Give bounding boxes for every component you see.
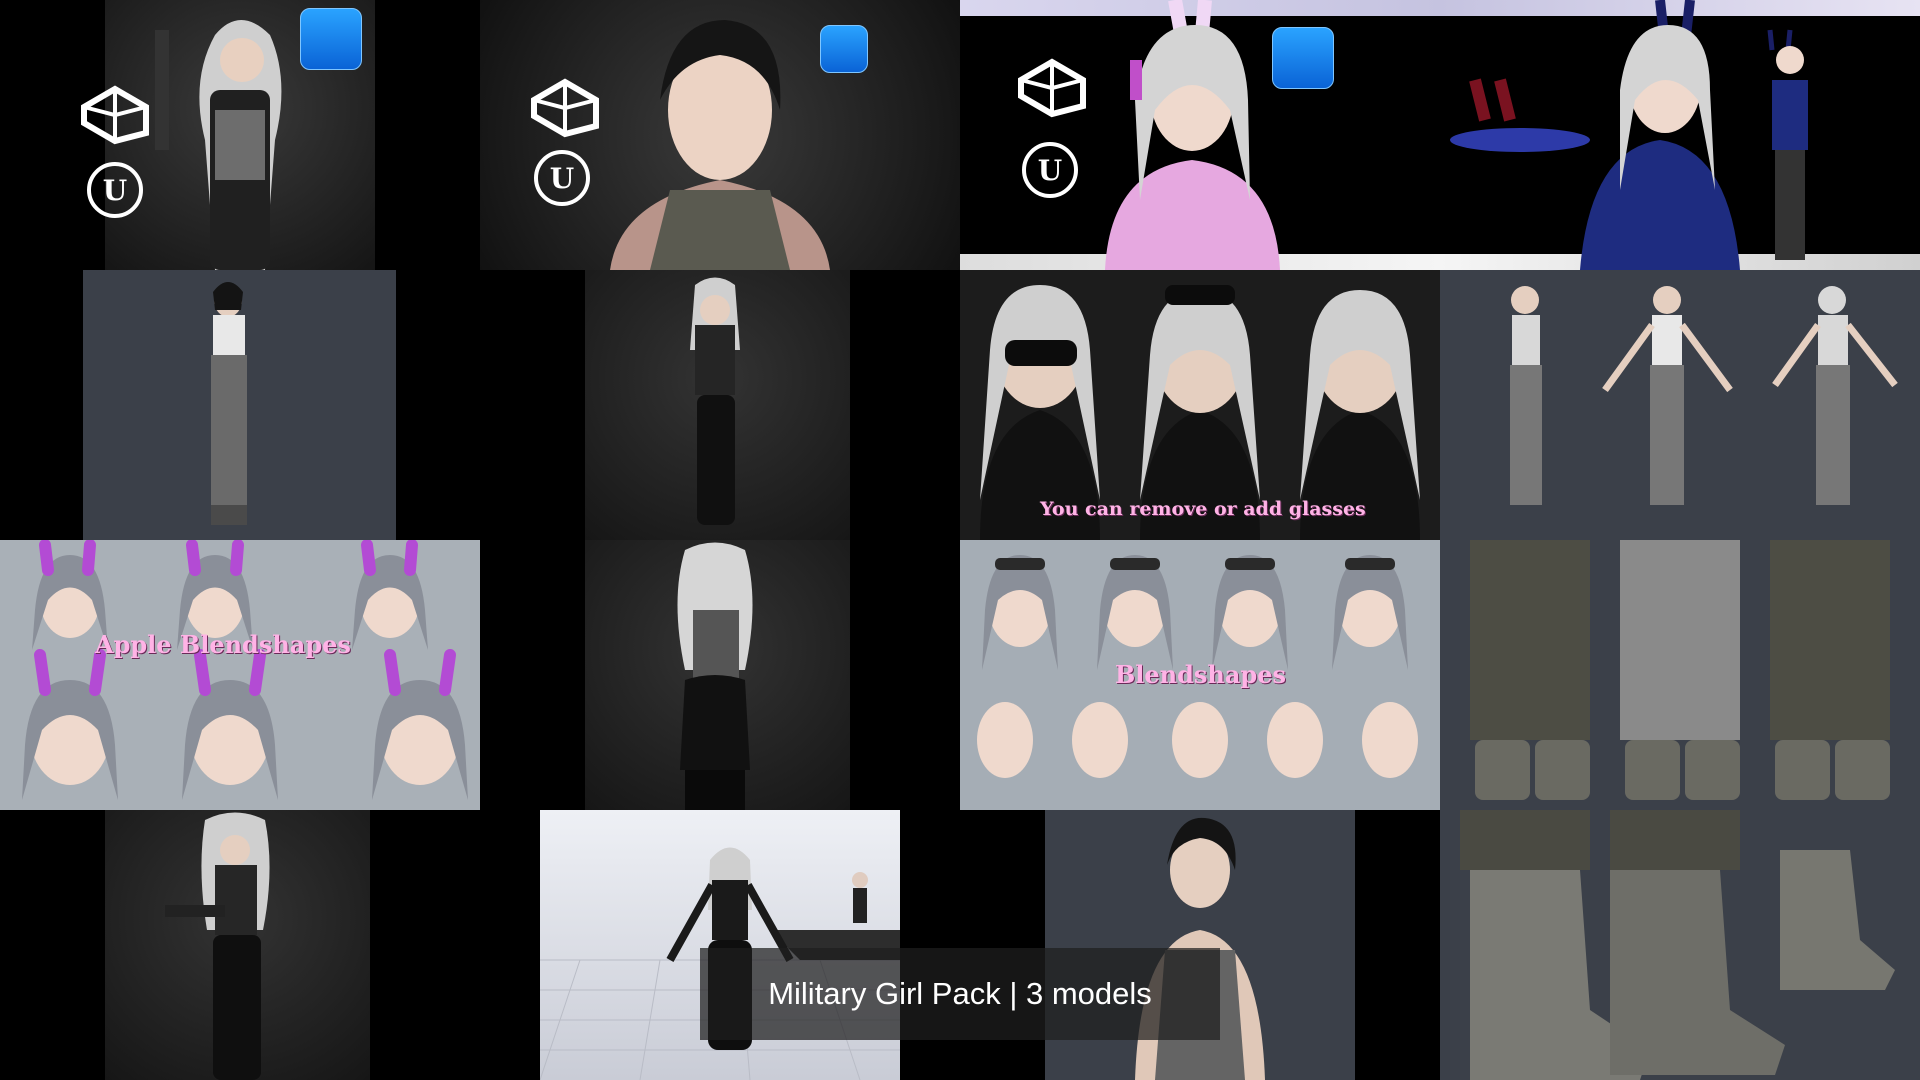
character-bunny: [1105, 0, 1808, 270]
preview-tile-5[interactable]: [585, 270, 850, 540]
overlay-text-blendshapes: Blendshapes: [1115, 660, 1286, 689]
preview-tile-10[interactable]: Blendshapes: [960, 540, 1440, 810]
unreal-logo-icon: U: [1022, 142, 1078, 198]
unity-logo-icon: [531, 78, 599, 138]
unity-logo-icon: [81, 85, 149, 145]
pack-caption: Military Girl Pack | 3 models: [768, 976, 1152, 1011]
preview-tile-11[interactable]: [1440, 540, 1920, 810]
character-figure: [211, 282, 247, 525]
face-capture-app-icon: [1272, 27, 1334, 89]
apple-blendshapes-grid: [0, 540, 480, 810]
svg-text:U: U: [103, 174, 127, 207]
svg-text:U: U: [1038, 154, 1062, 187]
preview-tile-6[interactable]: You can remove or add glasses: [960, 270, 1440, 540]
face-capture-app-icon: [300, 8, 362, 70]
preview-tile-8[interactable]: Apple Blendshapes: [0, 540, 480, 810]
preview-tile-7[interactable]: [1440, 270, 1920, 540]
face-capture-app-icon: [820, 25, 868, 73]
character-figure: [165, 812, 270, 1080]
preview-tile-3[interactable]: [960, 0, 1920, 270]
svg-text:U: U: [550, 162, 574, 195]
overlay-text-glasses: You can remove or add glasses: [1040, 498, 1366, 520]
character-back-view: [677, 542, 753, 810]
preview-tile-4[interactable]: [83, 270, 396, 540]
unreal-logo-icon: U: [87, 162, 143, 218]
pants-detail: [1470, 540, 1890, 800]
turnaround-views: [1510, 286, 1898, 505]
preview-tile-9[interactable]: [585, 540, 850, 810]
unreal-logo-icon: U: [534, 150, 590, 206]
unity-logo-icon: [1018, 58, 1086, 118]
preview-tile-15[interactable]: [1440, 810, 1920, 1080]
overlay-text-apple-blendshapes: Apple Blendshapes: [95, 630, 351, 659]
preview-tile-12[interactable]: [105, 810, 370, 1080]
character-figure: [690, 277, 740, 525]
boots-detail: [1460, 810, 1895, 1080]
preview-grid: U U U You can remove or add glasses Appl…: [0, 0, 1920, 1080]
